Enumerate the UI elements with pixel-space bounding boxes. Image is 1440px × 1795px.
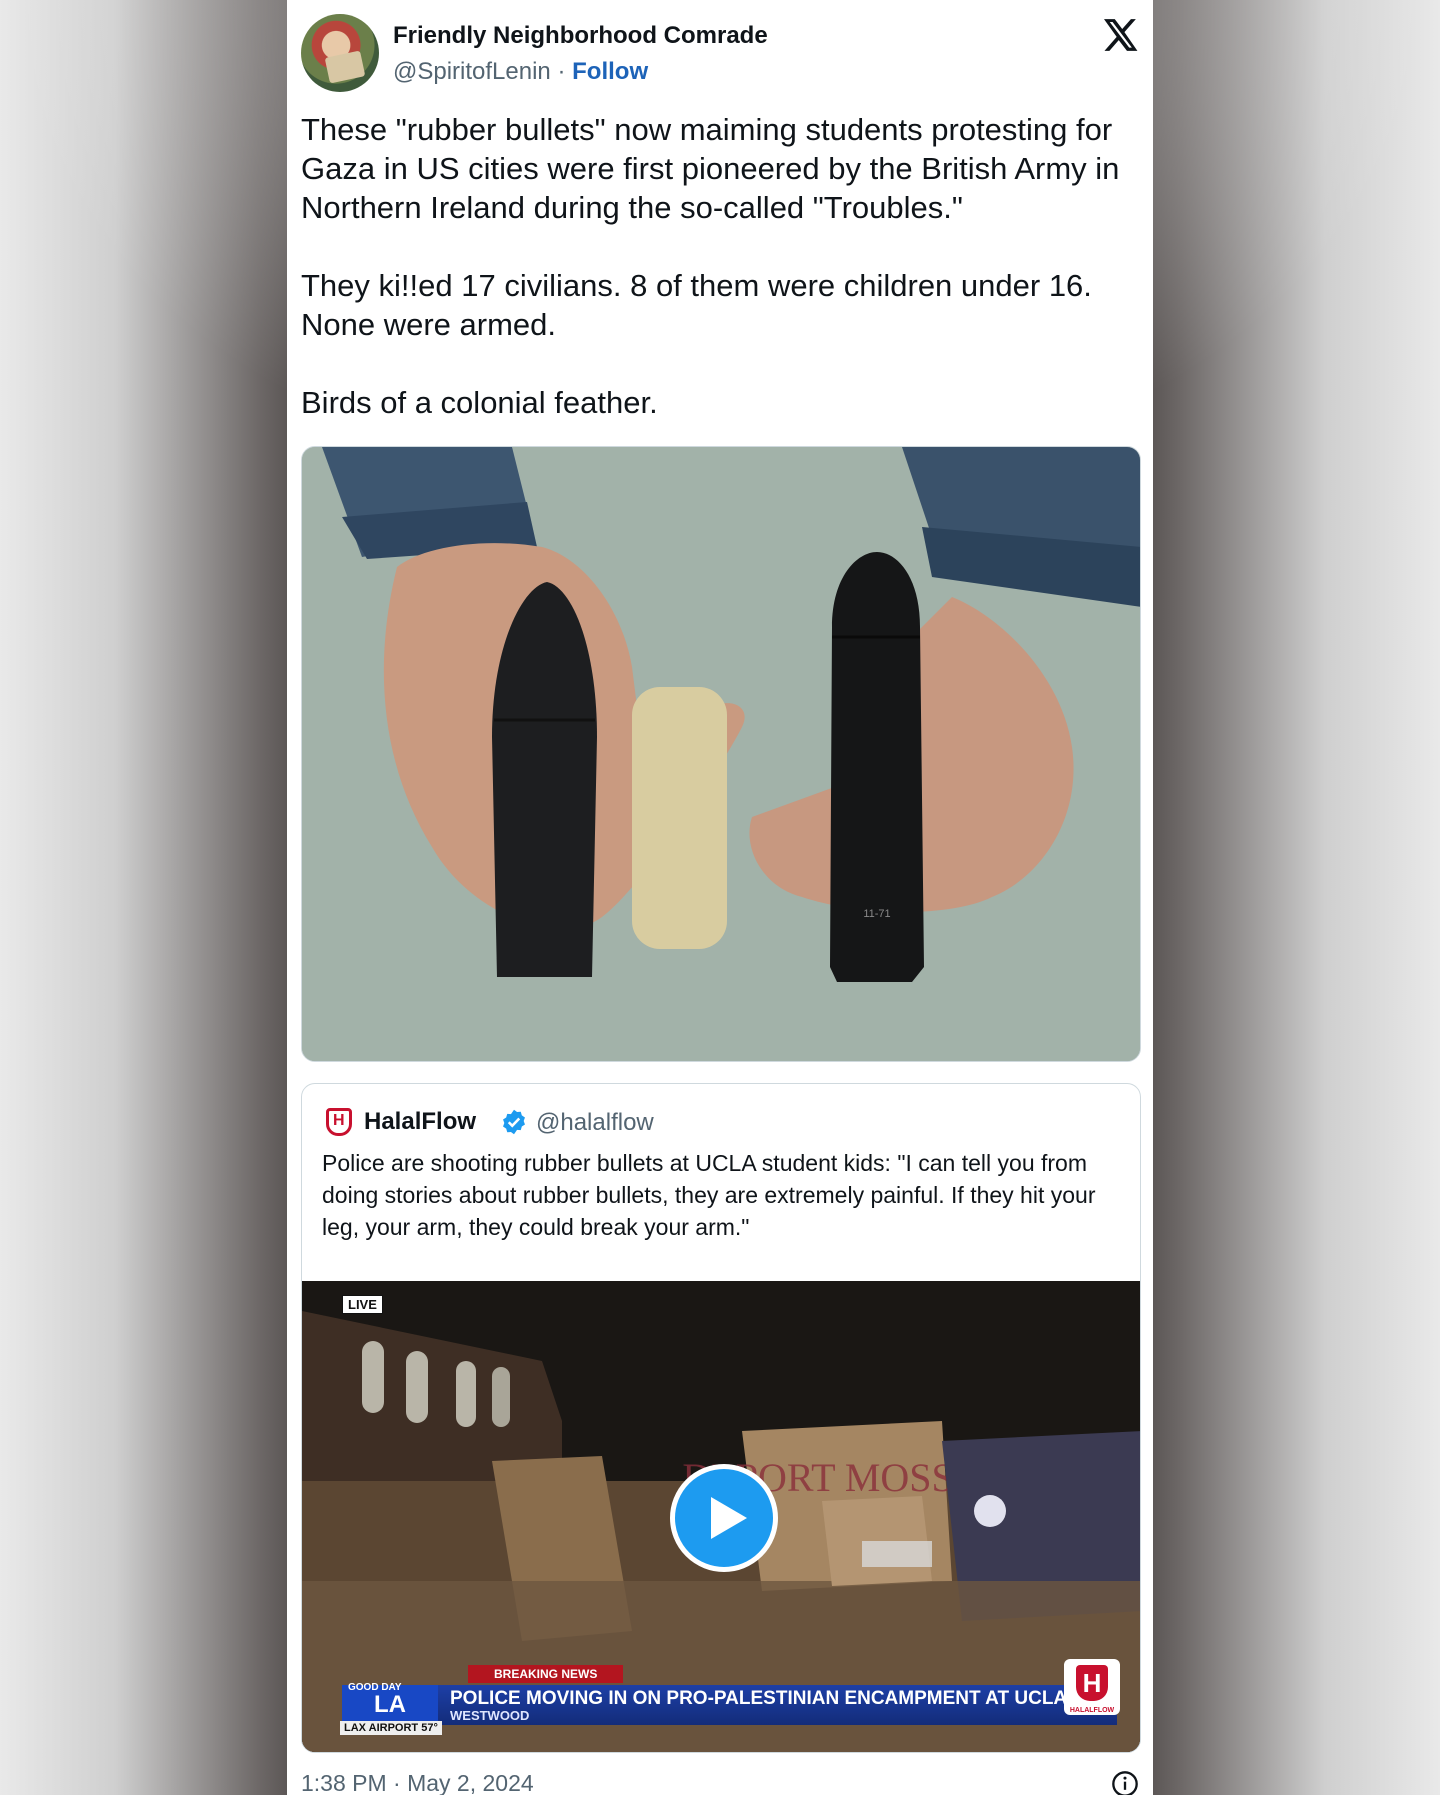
tweet-header: Friendly Neighborhood Comrade @SpiritofL… [301, 14, 1139, 94]
rubber-bullets-photo: 11-71 [302, 447, 1140, 1061]
author-handle[interactable]: @SpiritofLenin [393, 58, 551, 85]
tweet-paragraph: They ki!!ed 17 civilians. 8 of them were… [301, 268, 1092, 342]
tweet-paragraph: These "rubber bullets" now maiming stude… [301, 112, 1120, 225]
live-badge: LIVE [342, 1295, 383, 1314]
headline-bar: GOOD DAY LA POLICE MOVING IN ON PRO-PALE… [342, 1682, 1117, 1725]
watermark-label: HALALFLOW [1069, 1707, 1115, 1714]
play-icon [711, 1497, 747, 1539]
tweet-timestamp[interactable]: 1:38 PM · May 2, 2024 [301, 1770, 534, 1795]
play-button[interactable] [670, 1464, 778, 1572]
tweet-photo[interactable]: 11-71 [301, 446, 1141, 1062]
news-headline: POLICE MOVING IN ON PRO-PALESTINIAN ENCA… [450, 1688, 1068, 1709]
quoted-author-avatar[interactable]: H [326, 1108, 352, 1136]
verified-badge-icon [503, 1109, 525, 1135]
tweet-paragraph: Birds of a colonial feather. [301, 385, 658, 420]
halalflow-watermark: H HALALFLOW [1064, 1659, 1120, 1715]
news-subline: WESTWOOD [450, 1708, 530, 1723]
video-player[interactable]: DEPORT MOSSAD LIVE BREAKING NEWS GOOD DA… [302, 1281, 1140, 1752]
follow-button[interactable]: Follow [572, 58, 648, 85]
floodlight [974, 1495, 1006, 1527]
tweet-body: These "rubber bullets" now maiming stude… [301, 110, 1141, 461]
quoted-author-handle[interactable]: @halalflow [536, 1109, 654, 1137]
info-icon[interactable] [1111, 1770, 1139, 1795]
news-lower-third: BREAKING NEWS GOOD DAY LA POLICE MOVING … [342, 1665, 1117, 1725]
quoted-tweet-header: H HalalFlow @halalflow [322, 1106, 1122, 1138]
author-handle-row: @SpiritofLenin · Follow [393, 58, 648, 86]
weather-ticker: LAX AIRPORT 57° [340, 1721, 442, 1735]
tweet-card: Friendly Neighborhood Comrade @SpiritofL… [287, 0, 1153, 1795]
station-logo-small: GOOD DAY [348, 1682, 402, 1693]
x-logo-icon[interactable] [1101, 16, 1139, 54]
station-logo: GOOD DAY LA [342, 1682, 438, 1725]
beige-cylinder [632, 687, 727, 949]
black-bullet-left [492, 582, 597, 977]
quoted-author-name[interactable]: HalalFlow [364, 1108, 476, 1136]
author-avatar[interactable] [301, 14, 379, 92]
author-display-name[interactable]: Friendly Neighborhood Comrade [393, 22, 768, 50]
quoted-tweet[interactable]: H HalalFlow @halalflow Police are shooti… [301, 1083, 1141, 1753]
breaking-news-label: BREAKING NEWS [468, 1665, 624, 1683]
quoted-tweet-text: Police are shooting rubber bullets at UC… [322, 1150, 1096, 1240]
handle-separator: · [557, 58, 566, 85]
bullet-imprint: 11-71 [863, 908, 890, 920]
station-logo-text: LA [374, 1691, 406, 1718]
